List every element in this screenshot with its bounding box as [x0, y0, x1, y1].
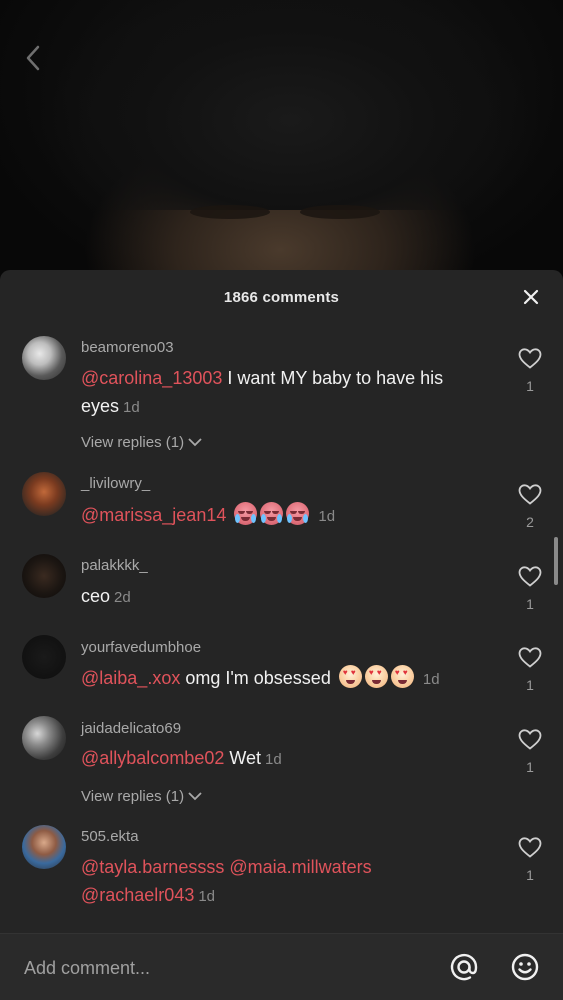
mention-button[interactable]	[447, 950, 481, 984]
avatar[interactable]	[22, 825, 66, 869]
chevron-down-icon	[188, 438, 202, 447]
comment-username[interactable]: jaidadelicato69	[81, 720, 181, 737]
heart-outline-icon	[518, 566, 542, 587]
comment-username[interactable]: beamoreno03	[81, 339, 174, 356]
like-button[interactable]: 2	[518, 484, 542, 530]
comment-text: @laiba_.xox omg I'm obsessed ♥ ♥ ♥ ♥ ♥ ♥ 1d	[81, 664, 501, 694]
comment-username[interactable]: 505.ekta	[81, 828, 139, 845]
comment-time: 1d	[198, 888, 216, 905]
comment-username[interactable]: yourfavedumbhoe	[81, 639, 201, 656]
comment-text: @marissa_jean14 1d	[81, 501, 501, 531]
like-count: 1	[526, 378, 534, 394]
avatar[interactable]	[22, 472, 66, 516]
crying-face-emoji-icon	[286, 502, 310, 525]
video-background-hat	[40, 0, 540, 210]
comment-username[interactable]: palakkkk_	[81, 557, 148, 574]
heart-outline-icon	[518, 348, 542, 369]
emoji-button[interactable]	[508, 950, 542, 984]
scrollbar[interactable]	[554, 537, 558, 585]
like-button[interactable]: 1	[518, 837, 542, 883]
at-sign-icon	[450, 953, 478, 981]
comment-time: 1d	[265, 751, 282, 768]
comment-mention[interactable]: @allybalcombe02	[81, 748, 224, 768]
heart-eyes-emoji-icon: ♥ ♥	[364, 665, 388, 688]
like-count: 1	[526, 867, 534, 883]
like-count: 1	[526, 596, 534, 612]
close-icon	[523, 289, 539, 305]
comment-time: 1d	[422, 671, 440, 688]
add-comment-input[interactable]	[24, 954, 424, 982]
crying-face-emoji-icon	[234, 502, 258, 525]
heart-outline-icon	[518, 484, 542, 505]
comment-body: Wet	[224, 748, 262, 768]
comments-count-title: 1866 comments	[223, 288, 340, 306]
comment-text: @carolina_13003 I want MY baby to have h…	[81, 364, 501, 422]
chevron-down-icon	[188, 792, 202, 801]
avatar[interactable]	[22, 554, 66, 598]
view-replies-label: View replies (1)	[81, 434, 185, 451]
crying-face-emoji-icon	[260, 502, 284, 525]
avatar[interactable]	[22, 635, 66, 679]
comment-mention[interactable]: @marissa_jean14	[81, 505, 226, 525]
video-background-brow-right	[300, 205, 380, 219]
like-count: 1	[526, 677, 534, 693]
view-replies-button[interactable]: View replies (1)	[81, 434, 202, 451]
comment-time: 1d	[318, 508, 336, 525]
back-button[interactable]	[18, 40, 48, 76]
close-button[interactable]	[519, 285, 543, 309]
comment-mention[interactable]: @laiba_.xox	[81, 668, 180, 688]
like-count: 2	[526, 514, 534, 530]
heart-outline-icon	[518, 837, 542, 858]
comment-text: @tayla.barnessss @maia.millwaters @rachae…	[81, 853, 501, 911]
like-button[interactable]: 1	[518, 348, 542, 394]
comment-body: omg I'm obsessed	[180, 668, 331, 688]
like-count: 1	[526, 759, 534, 775]
comment-composer	[0, 933, 563, 1000]
smiley-icon	[511, 953, 539, 981]
comment-time: 2d	[114, 589, 131, 606]
avatar[interactable]	[22, 716, 66, 760]
comment-mention[interactable]: @carolina_13003	[81, 368, 222, 388]
comment-body: ceo	[81, 586, 111, 606]
avatar[interactable]	[22, 336, 66, 380]
view-replies-label: View replies (1)	[81, 788, 185, 805]
heart-outline-icon	[518, 729, 542, 750]
heart-eyes-emoji-icon: ♥ ♥	[390, 665, 414, 688]
like-button[interactable]: 1	[518, 729, 542, 775]
like-button[interactable]: 1	[518, 566, 542, 612]
heart-eyes-emoji-icon: ♥ ♥	[338, 665, 362, 688]
comment-text: @allybalcombe02 Wet 1d	[81, 744, 501, 774]
comment-text: ceo 2d	[81, 582, 501, 612]
comment-mention[interactable]: @tayla.barnessss @maia.millwaters	[81, 857, 372, 877]
like-button[interactable]: 1	[518, 647, 542, 693]
comments-header: 1866 comments	[0, 270, 563, 324]
heart-outline-icon	[518, 647, 542, 668]
comment-time: 1d	[123, 399, 140, 416]
comment-username[interactable]: _livilowry_	[81, 475, 150, 492]
video-background-brow-left	[190, 205, 270, 219]
comment-mention[interactable]: @rachaelr043	[81, 885, 194, 905]
chevron-left-icon	[26, 45, 40, 71]
view-replies-button[interactable]: View replies (1)	[81, 788, 202, 805]
